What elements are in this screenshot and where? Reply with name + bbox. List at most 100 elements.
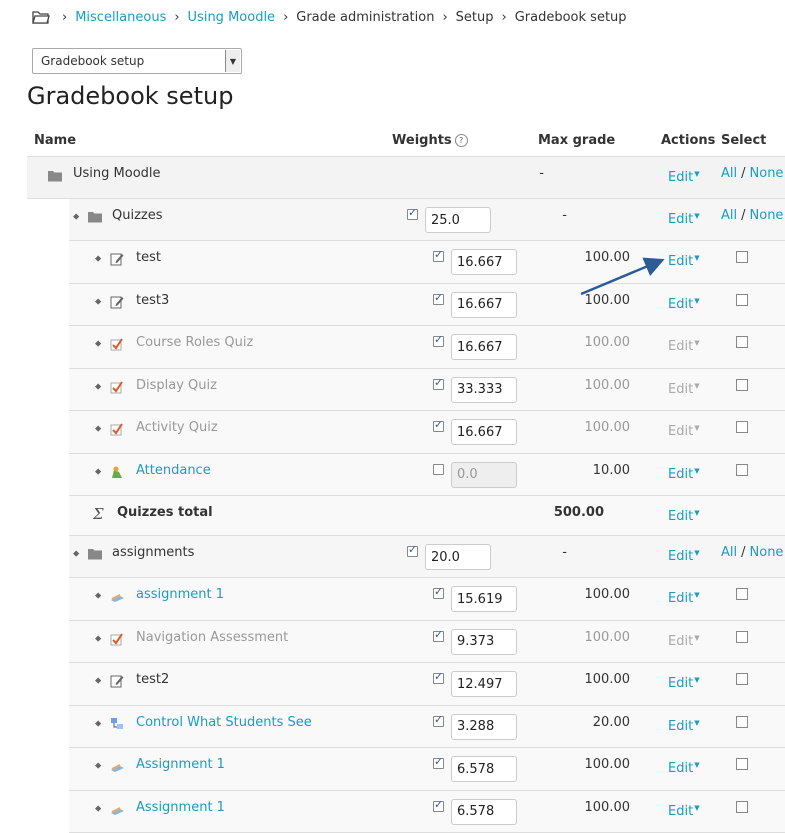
move-handle-icon[interactable]: ⬥ <box>95 297 101 307</box>
edit-menu-button[interactable]: Edit▼ <box>668 339 700 354</box>
move-handle-icon[interactable]: ⬥ <box>95 634 101 644</box>
select-checkbox[interactable] <box>736 673 748 685</box>
breadcrumb-setup[interactable]: Setup <box>456 10 494 25</box>
weight-input[interactable]: 16.667 <box>451 292 517 318</box>
grade-item-name[interactable]: Assignment 1 <box>136 757 225 772</box>
weight-override-checkbox[interactable] <box>433 464 444 475</box>
edit-menu-button[interactable]: Edit▼ <box>668 676 700 691</box>
navigation-select-value: Gradebook setup <box>41 54 144 68</box>
move-handle-icon[interactable]: ⬥ <box>95 591 101 601</box>
select-checkbox[interactable] <box>736 588 748 600</box>
breadcrumb-grade-administration[interactable]: Grade administration <box>296 10 434 25</box>
grade-item-name[interactable]: assignment 1 <box>136 587 224 602</box>
weight-input[interactable]: 12.497 <box>451 671 517 697</box>
weight-input[interactable]: 16.667 <box>451 419 517 445</box>
weight-override-checkbox[interactable] <box>433 758 444 769</box>
dropdown-arrow-icon[interactable]: ▼ <box>225 50 240 72</box>
weight-input[interactable]: 15.619 <box>451 586 517 612</box>
edit-menu-button[interactable]: Edit▼ <box>668 382 700 397</box>
edit-label: Edit <box>668 761 693 776</box>
select-checkbox[interactable] <box>736 336 748 348</box>
weight-input[interactable]: 9.373 <box>451 629 517 655</box>
edit-menu-button[interactable]: Edit▼ <box>668 424 700 439</box>
weight-override-checkbox[interactable] <box>433 421 444 432</box>
weight-input[interactable]: 25.0 <box>425 207 491 233</box>
select-none-link[interactable]: None <box>750 208 784 223</box>
select-all-none: All/None <box>721 166 783 181</box>
category-row: ⬥Quizzes25.0-Edit▼All/None <box>69 199 785 241</box>
move-handle-icon[interactable]: ⬥ <box>73 212 79 222</box>
weight-input[interactable]: 16.667 <box>451 334 517 360</box>
weight-override-checkbox[interactable] <box>433 716 444 727</box>
move-handle-icon[interactable]: ⬥ <box>95 761 101 771</box>
select-none-link[interactable]: None <box>750 545 784 560</box>
move-handle-icon[interactable]: ⬥ <box>95 719 101 729</box>
weight-override-checkbox[interactable] <box>433 673 444 684</box>
move-handle-icon[interactable]: ⬥ <box>95 467 101 477</box>
max-grade: - <box>492 208 567 223</box>
edit-menu-button[interactable]: Edit▼ <box>668 719 700 734</box>
select-none-link[interactable]: None <box>750 166 784 181</box>
move-handle-icon[interactable]: ⬥ <box>95 382 101 392</box>
breadcrumb-separator: › <box>283 10 288 25</box>
weight-input[interactable]: 20.0 <box>425 544 491 570</box>
max-grade: 100.00 <box>560 587 630 602</box>
weight-override-checkbox[interactable] <box>433 336 444 347</box>
select-checkbox[interactable] <box>736 251 748 263</box>
edit-menu-button[interactable]: Edit▼ <box>668 170 700 185</box>
weight-input[interactable]: 6.578 <box>451 799 517 825</box>
weight-override-checkbox[interactable] <box>433 588 444 599</box>
grade-item-name[interactable]: Assignment 1 <box>136 800 225 815</box>
select-checkbox[interactable] <box>736 716 748 728</box>
edit-menu-button[interactable]: Edit▼ <box>668 804 700 819</box>
weight-input[interactable]: 3.288 <box>451 714 517 740</box>
help-icon[interactable]: ? <box>455 134 468 147</box>
weight-override-checkbox[interactable] <box>407 209 418 220</box>
breadcrumb-miscellaneous[interactable]: Miscellaneous <box>75 10 166 25</box>
select-checkbox[interactable] <box>736 801 748 813</box>
select-checkbox[interactable] <box>736 379 748 391</box>
weight-override-checkbox[interactable] <box>433 801 444 812</box>
weight-input[interactable]: 16.667 <box>451 249 517 275</box>
edit-menu-button[interactable]: Edit▼ <box>668 467 700 482</box>
grade-item-name[interactable]: Control What Students See <box>136 715 312 730</box>
weight-override-checkbox[interactable] <box>433 251 444 262</box>
category-name: assignments <box>112 545 194 560</box>
edit-menu-button[interactable]: Edit▼ <box>668 212 700 227</box>
edit-menu-button[interactable]: Edit▼ <box>668 761 700 776</box>
move-handle-icon[interactable]: ⬥ <box>73 549 79 559</box>
move-handle-icon[interactable]: ⬥ <box>95 676 101 686</box>
edit-menu-button[interactable]: Edit▼ <box>668 591 700 606</box>
select-checkbox[interactable] <box>736 294 748 306</box>
edit-menu-button[interactable]: Edit▼ <box>668 549 700 564</box>
weight-input[interactable]: 0.0 <box>451 462 517 488</box>
move-handle-icon[interactable]: ⬥ <box>95 424 101 434</box>
edit-menu-button[interactable]: Edit▼ <box>668 297 700 312</box>
edit-menu-button[interactable]: Edit▼ <box>668 634 700 649</box>
select-all-link[interactable]: All <box>721 166 737 181</box>
folder-home-icon[interactable] <box>32 10 50 24</box>
weight-input[interactable]: 6.578 <box>451 756 517 782</box>
caret-down-icon: ▼ <box>694 591 699 599</box>
select-all-link[interactable]: All <box>721 545 737 560</box>
select-all-link[interactable]: All <box>721 208 737 223</box>
select-checkbox[interactable] <box>736 421 748 433</box>
select-checkbox[interactable] <box>736 631 748 643</box>
edit-menu-button[interactable]: Edit▼ <box>668 254 700 269</box>
select-checkbox[interactable] <box>736 758 748 770</box>
weight-override-checkbox[interactable] <box>433 379 444 390</box>
edit-menu-button[interactable]: Edit▼ <box>668 509 700 524</box>
weight-override-checkbox[interactable] <box>433 631 444 642</box>
grade-item-name: Course Roles Quiz <box>136 335 253 350</box>
weight-input[interactable]: 33.333 <box>451 377 517 403</box>
grade-item-name[interactable]: Attendance <box>136 463 211 478</box>
select-checkbox[interactable] <box>736 464 748 476</box>
breadcrumb-using-moodle[interactable]: Using Moodle <box>188 10 276 25</box>
move-handle-icon[interactable]: ⬥ <box>95 804 101 814</box>
weight-override-checkbox[interactable] <box>407 546 418 557</box>
weight-value: 16.667 <box>457 255 503 270</box>
move-handle-icon[interactable]: ⬥ <box>95 254 101 264</box>
gradebook-navigation-select[interactable]: Gradebook setup ▼ <box>32 48 242 74</box>
move-handle-icon[interactable]: ⬥ <box>95 339 101 349</box>
weight-override-checkbox[interactable] <box>433 294 444 305</box>
